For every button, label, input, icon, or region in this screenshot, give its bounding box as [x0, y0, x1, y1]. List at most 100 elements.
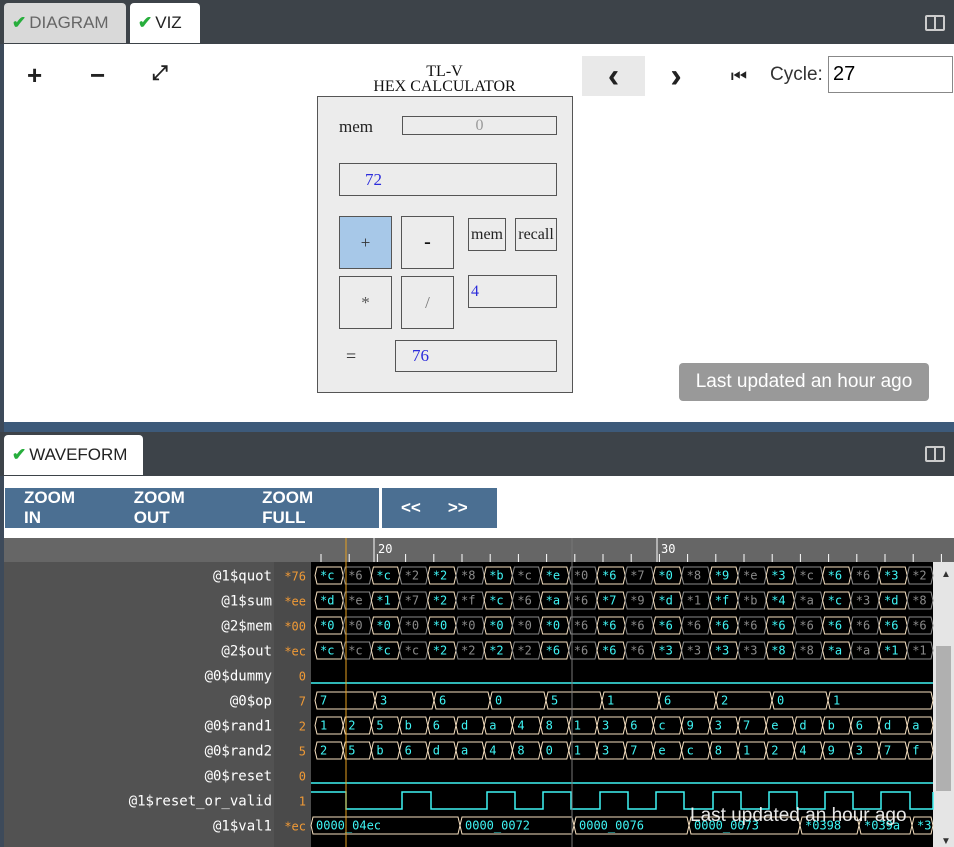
check-icon: ✔: [138, 13, 153, 32]
bus-value: *6: [574, 594, 588, 608]
bus-value: *c: [405, 644, 419, 658]
bus-value: 2: [771, 744, 778, 758]
fit-view-icon[interactable]: ⤢: [152, 63, 168, 83]
bus-value: *4: [771, 594, 785, 608]
split-pane-icon[interactable]: [925, 446, 945, 462]
signal-name[interactable]: @2$mem: [221, 619, 272, 635]
bus-value: *e: [743, 569, 757, 583]
zoom-out-button[interactable]: ZOOM OUT: [115, 488, 243, 528]
signal-name[interactable]: @0$reset: [205, 769, 272, 785]
bus-value: b: [405, 719, 412, 733]
signal-name[interactable]: @1$val1: [213, 819, 272, 835]
tab-diagram[interactable]: ✔ DIAGRAM: [4, 3, 126, 43]
timeline-label: 30: [661, 542, 675, 556]
bus-value: 1: [743, 744, 750, 758]
signal-name[interactable]: @1$reset_or_valid: [129, 794, 272, 810]
bus-value: *6: [546, 644, 560, 658]
pane-divider[interactable]: [4, 422, 954, 432]
zoom-full-button[interactable]: ZOOM FULL: [243, 488, 379, 528]
bus-value: 8: [517, 744, 524, 758]
bus-value: 4: [517, 719, 524, 733]
bus-value: *2: [517, 644, 531, 658]
signal-name[interactable]: @0$rand2: [205, 744, 272, 760]
first-cycle-button[interactable]: ⏮: [726, 56, 752, 96]
bus-value: 6: [664, 694, 671, 708]
bus-value: a: [489, 719, 496, 733]
tab-viz[interactable]: ✔ VIZ: [130, 3, 200, 43]
bus-value: *2: [912, 569, 926, 583]
mem-button[interactable]: mem: [468, 218, 506, 251]
bus-value: d: [461, 719, 468, 733]
bus-value: *1: [687, 594, 701, 608]
bus-value: 2: [348, 719, 355, 733]
timeline-label: 20: [378, 542, 392, 556]
bus-value: *7: [602, 594, 616, 608]
bus-value: 2: [721, 694, 728, 708]
zoom-in-button[interactable]: ZOOM IN: [5, 488, 115, 528]
zoom-button-group: ZOOM IN ZOOM OUT ZOOM FULL: [5, 488, 379, 528]
bus-value: 0000_0072: [465, 819, 530, 833]
bus-value: *6: [574, 619, 588, 633]
divide-button[interactable]: /: [401, 276, 454, 329]
bus-value: f: [912, 744, 919, 758]
scroll-forward-button[interactable]: >>: [440, 498, 476, 518]
bus-value: *6: [884, 619, 898, 633]
bus-value: *0: [376, 619, 390, 633]
check-icon: ✔: [12, 445, 27, 464]
bus-value: 7: [630, 744, 637, 758]
bus-value: *3: [658, 644, 672, 658]
last-updated-badge: Last updated an hour ago: [679, 363, 929, 401]
bus-value: *8: [461, 569, 475, 583]
bus-value: 8: [546, 719, 553, 733]
signal-name[interactable]: @1$sum: [221, 594, 272, 610]
cycle-input[interactable]: [828, 56, 953, 93]
bus-value: d: [433, 744, 440, 758]
bus-value: *6: [658, 619, 672, 633]
bus-value: a: [461, 744, 468, 758]
bus-value: *c: [799, 569, 813, 583]
signal-name[interactable]: @1$quot: [213, 569, 272, 585]
bus-value: *8: [771, 644, 785, 658]
bus-value: 5: [348, 744, 355, 758]
bus-value: 6: [630, 719, 637, 733]
scroll-down-icon[interactable]: ▼: [941, 836, 951, 847]
next-cycle-button[interactable]: ›: [660, 56, 692, 96]
bus-value: 1: [607, 694, 614, 708]
signal-name[interactable]: @2$out: [221, 644, 272, 660]
multiply-button[interactable]: *: [339, 276, 392, 329]
minus-button[interactable]: -: [401, 216, 454, 269]
bus-value: *1: [884, 644, 898, 658]
bus-value: 3: [856, 744, 863, 758]
bus-value: *6: [687, 619, 701, 633]
bus-value: *6: [912, 619, 926, 633]
bus-value: *c: [489, 594, 503, 608]
scroll-up-icon[interactable]: ▲: [941, 569, 951, 580]
split-pane-icon[interactable]: [925, 15, 945, 31]
bus-value: *0: [405, 619, 419, 633]
bus-value: *6: [348, 569, 362, 583]
bus-value: *8: [912, 594, 926, 608]
signal-name[interactable]: @0$rand1: [205, 719, 272, 735]
bus-value: 7: [884, 744, 891, 758]
waveform-viewer[interactable]: ▲ ▼ 20 30 @1$quot *76 *c *6 *c *2 *2 *8 *b *c *e *0 *…: [4, 538, 954, 847]
bus-value: *6: [828, 569, 842, 583]
signal-name[interactable]: @0$op: [230, 694, 272, 710]
result-display: 76: [395, 340, 557, 372]
signal-name[interactable]: @0$dummy: [205, 669, 272, 685]
bus-value: *2: [461, 644, 475, 658]
prev-cycle-button[interactable]: ‹: [582, 56, 645, 96]
zoom-out-icon[interactable]: −: [90, 62, 105, 88]
bus-value: *c: [320, 644, 334, 658]
bus-value: 1: [320, 719, 327, 733]
plus-button[interactable]: +: [339, 216, 392, 269]
recall-button[interactable]: recall: [515, 218, 557, 251]
tab-waveform[interactable]: ✔ WAVEFORM: [4, 435, 143, 475]
zoom-in-icon[interactable]: +: [27, 62, 42, 88]
bus-value: *c: [517, 569, 531, 583]
bus-value: 6: [856, 719, 863, 733]
signal-value: *ee: [284, 595, 306, 609]
scroll-back-button[interactable]: <<: [382, 498, 440, 518]
bus-value: 9: [687, 719, 694, 733]
vertical-scrollbar-thumb[interactable]: [936, 646, 951, 791]
bus-value: *0: [546, 619, 560, 633]
